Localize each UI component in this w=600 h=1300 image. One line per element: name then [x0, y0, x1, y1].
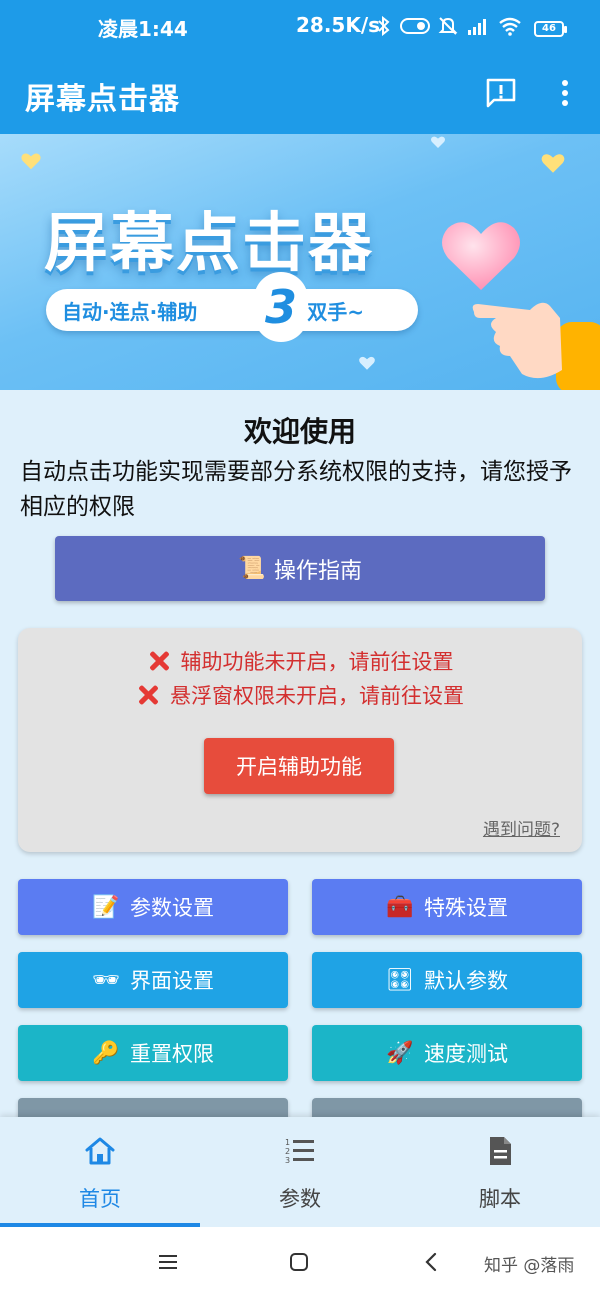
sunglasses-icon: 🕶	[92, 967, 120, 993]
home-square-icon[interactable]	[289, 1252, 309, 1272]
home-icon	[85, 1137, 115, 1165]
menu-icon[interactable]	[158, 1253, 178, 1271]
nav-label: 首页	[79, 1187, 121, 1211]
banner-title: 屏幕点击器	[44, 207, 374, 281]
button-label: 特殊设置	[424, 896, 508, 920]
speed-test-button[interactable]: 🚀 速度测试	[312, 1025, 582, 1081]
memo-icon: 📝	[92, 894, 120, 920]
warning-text: 悬浮窗权限未开启，请前往设置	[170, 684, 464, 708]
banner-tagline: 自动·连点·辅助 解放双手~	[46, 289, 418, 331]
key-icon: 🔑	[92, 1040, 120, 1066]
banner-tagline-left: 自动·连点·辅助	[62, 299, 198, 324]
feedback-icon[interactable]	[484, 76, 518, 110]
warning-overlay: 悬浮窗权限未开启，请前往设置	[18, 680, 582, 710]
permission-card: 辅助功能未开启，请前往设置 悬浮窗权限未开启，请前往设置 开启辅助功能 遇到问题…	[18, 628, 582, 852]
button-label: 速度测试	[424, 1042, 508, 1066]
param-settings-button[interactable]: 📝 参数设置	[18, 879, 288, 935]
more-vert-icon[interactable]	[553, 76, 577, 110]
hd-signal-icon	[468, 19, 486, 35]
scroll-icon: 📜	[237, 556, 266, 581]
back-icon[interactable]	[424, 1251, 438, 1273]
warning-text: 辅助功能未开启，请前往设置	[180, 650, 454, 674]
battery-icon: 46	[534, 21, 567, 37]
status-net-rate: 28.5K/s	[296, 13, 381, 37]
watermark-text: 知乎 @落雨	[484, 1256, 575, 1276]
nav-item-home[interactable]: 首页	[0, 1117, 200, 1227]
heart-icon	[21, 153, 41, 170]
cross-icon	[147, 649, 171, 673]
svg-text:1: 1	[285, 1138, 290, 1147]
nav-item-script[interactable]: 脚本	[400, 1117, 600, 1227]
heart-icon	[431, 136, 445, 148]
app-title: 屏幕点击器	[25, 82, 180, 117]
welcome-description: 自动点击功能实现需要部分系统权限的支持，请您授予相应的权限	[20, 459, 572, 520]
svg-text:2: 2	[285, 1147, 290, 1156]
heart-icon	[541, 154, 565, 173]
special-settings-button[interactable]: 🧰 特殊设置	[312, 879, 582, 935]
default-params-button[interactable]: 🎛 默认参数	[312, 952, 582, 1008]
status-icons	[376, 16, 522, 36]
nav-label: 参数	[279, 1187, 321, 1211]
guide-button-label: 操作指南	[273, 558, 362, 584]
mute-icon	[438, 17, 458, 35]
ui-settings-button[interactable]: 🕶 界面设置	[18, 952, 288, 1008]
cross-icon	[136, 683, 160, 707]
banner-number: 3	[254, 272, 308, 342]
enable-accessibility-button[interactable]: 开启辅助功能	[204, 738, 394, 794]
button-label: 界面设置	[130, 969, 214, 993]
guide-button[interactable]: 📜 操作指南	[55, 536, 545, 601]
control-knobs-icon: 🎛	[386, 967, 414, 993]
bottom-nav: 首页 1 2 3 参数 脚本	[0, 1117, 600, 1227]
big-heart-icon	[442, 222, 520, 290]
rocket-icon: 🚀	[386, 1040, 414, 1066]
list-numbered-icon: 1 2 3	[285, 1138, 314, 1165]
status-time: 凌晨1:44	[98, 17, 188, 41]
document-icon	[490, 1137, 511, 1165]
button-label: 重置权限	[130, 1042, 214, 1066]
warning-accessibility: 辅助功能未开启，请前往设置	[18, 646, 582, 676]
nav-item-params[interactable]: 1 2 3 参数	[200, 1117, 400, 1227]
wifi-icon	[499, 17, 521, 36]
svg-text:3: 3	[285, 1156, 290, 1165]
system-nav-bar: 知乎 @落雨	[0, 1227, 600, 1300]
toolbox-icon: 🧰	[386, 894, 414, 920]
button-label: 参数设置	[130, 896, 214, 920]
pointing-hand-icon	[472, 302, 600, 390]
toggle-icon	[400, 18, 430, 34]
bluetooth-icon	[378, 16, 390, 36]
promo-banner[interactable]: 屏幕点击器 自动·连点·辅助 解放双手~ 3	[0, 134, 600, 390]
heart-icon	[359, 356, 375, 370]
welcome-title: 欢迎使用	[243, 415, 356, 448]
button-label: 默认参数	[424, 969, 508, 993]
nav-label: 脚本	[479, 1187, 521, 1211]
reset-permissions-button[interactable]: 🔑 重置权限	[18, 1025, 288, 1081]
problem-link[interactable]: 遇到问题?	[483, 815, 560, 840]
app-bar: 屏幕点击器	[0, 50, 600, 134]
status-bar: 凌晨1:44 28.5K/s 46	[0, 0, 600, 50]
